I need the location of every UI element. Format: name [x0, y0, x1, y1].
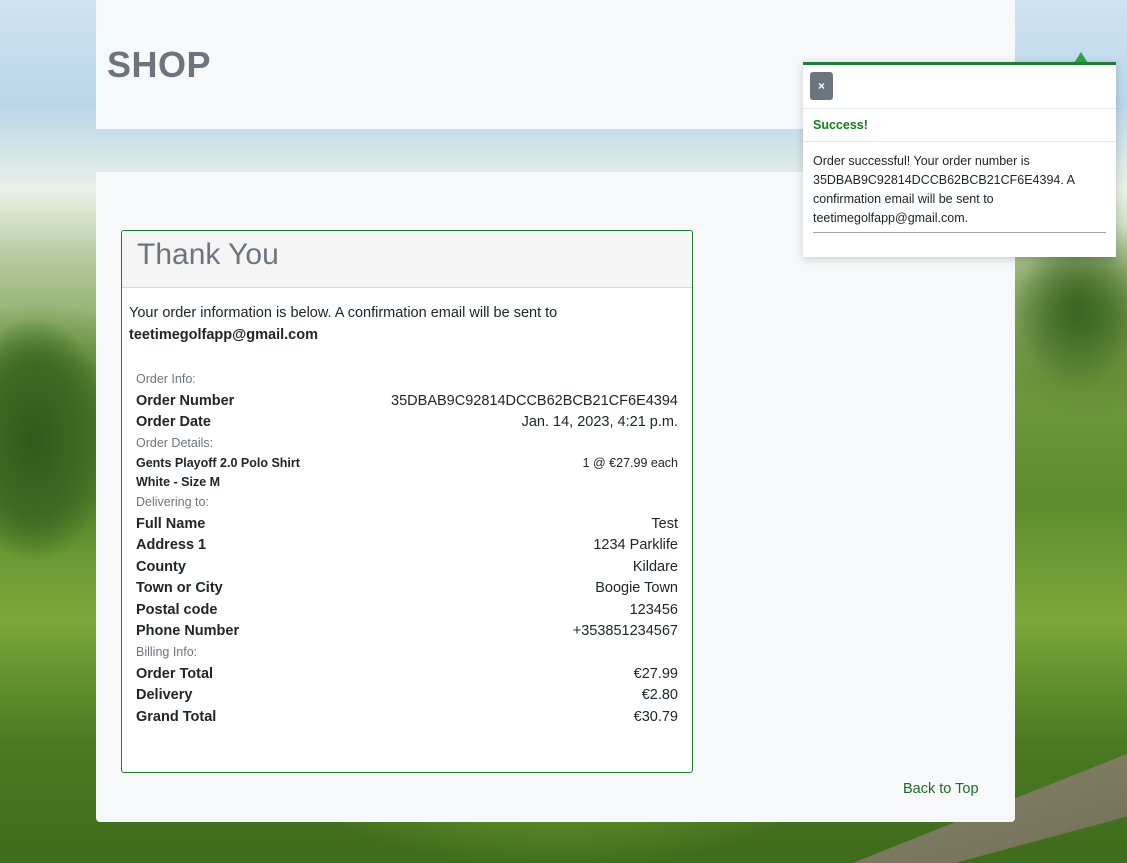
- toast-divider: [813, 232, 1106, 233]
- intro-text-block: Your order information is below. A confi…: [122, 288, 692, 346]
- item-name: Gents Playoff 2.0 Polo Shirt: [136, 456, 300, 470]
- delivery-value: Kildare: [632, 558, 678, 575]
- delivery-row: Full Name Test: [136, 513, 678, 535]
- section-label-order-details: Order Details:: [136, 436, 214, 450]
- toast-status: Success!: [803, 109, 1116, 142]
- delivery-row: Town or City Boogie Town: [136, 578, 678, 600]
- billing-label: Delivery: [136, 687, 193, 704]
- item-variant: White - Size M: [136, 475, 221, 489]
- intro-text: Your order information is below. A confi…: [129, 305, 558, 321]
- section-label-billing-info: Billing Info:: [136, 645, 198, 659]
- delivery-label: Town or City: [136, 580, 223, 597]
- delivery-value: Boogie Town: [595, 580, 678, 597]
- billing-row: Grand Total €30.79: [136, 706, 678, 728]
- card-header: Thank You: [122, 231, 692, 288]
- line-item: Gents Playoff 2.0 Polo Shirt 1 @ €27.99 …: [136, 454, 678, 473]
- back-to-top-link[interactable]: Back to Top: [903, 781, 979, 797]
- order-number-row: Order Number 35DBAB9C92814DCCB62BCB21CF6…: [136, 390, 678, 412]
- toast-close-button[interactable]: ×: [810, 72, 833, 100]
- billing-value: €27.99: [633, 665, 678, 682]
- success-toast: × Success! Order successful! Your order …: [803, 62, 1116, 257]
- delivery-label: County: [136, 558, 186, 575]
- billing-row: Order Total €27.99: [136, 663, 678, 685]
- billing-value: €2.80: [641, 687, 678, 704]
- section-label-delivering-to: Delivering to:: [136, 495, 209, 509]
- billing-row: Delivery €2.80: [136, 685, 678, 707]
- billing-label: Order Total: [136, 665, 214, 682]
- background-tree-left: [0, 320, 110, 560]
- page-title: SHOP: [107, 44, 212, 85]
- delivery-label: Address 1: [136, 537, 207, 554]
- billing-label: Grand Total: [136, 708, 217, 725]
- delivery-value: 123456: [629, 601, 678, 618]
- confirmation-email: teetimegolfapp@gmail.com: [129, 327, 318, 343]
- order-date-row: Order Date Jan. 14, 2023, 4:21 p.m.: [136, 412, 678, 434]
- delivery-label: Postal code: [136, 601, 218, 618]
- delivery-row: Postal code 123456: [136, 599, 678, 621]
- delivery-label: Full Name: [136, 515, 206, 532]
- delivery-value: +353851234567: [572, 623, 678, 640]
- delivery-value: Test: [651, 515, 678, 532]
- delivery-row: County Kildare: [136, 556, 678, 578]
- toast-header: ×: [803, 65, 1116, 109]
- order-number-label: Order Number: [136, 392, 235, 409]
- item-qty-price: 1 @ €27.99 each: [582, 456, 678, 470]
- delivery-row: Address 1 1234 Parklife: [136, 535, 678, 557]
- delivery-row: Phone Number +353851234567: [136, 621, 678, 643]
- delivery-label: Phone Number: [136, 623, 240, 640]
- toast-message: Order successful! Your order number is 3…: [813, 154, 1075, 225]
- order-date-label: Order Date: [136, 414, 211, 431]
- order-number-value: 35DBAB9C92814DCCB62BCB21CF6E4394: [391, 392, 678, 409]
- order-info-list: Order Info: Order Number 35DBAB9C92814DC…: [136, 369, 678, 728]
- section-label-order-info: Order Info:: [136, 372, 196, 386]
- order-date-value: Jan. 14, 2023, 4:21 p.m.: [521, 414, 678, 431]
- card-title: Thank You: [137, 238, 279, 271]
- billing-value: €30.79: [633, 708, 678, 725]
- order-confirmation-card: Thank You Your order information is belo…: [121, 230, 693, 773]
- delivery-value: 1234 Parklife: [593, 537, 678, 554]
